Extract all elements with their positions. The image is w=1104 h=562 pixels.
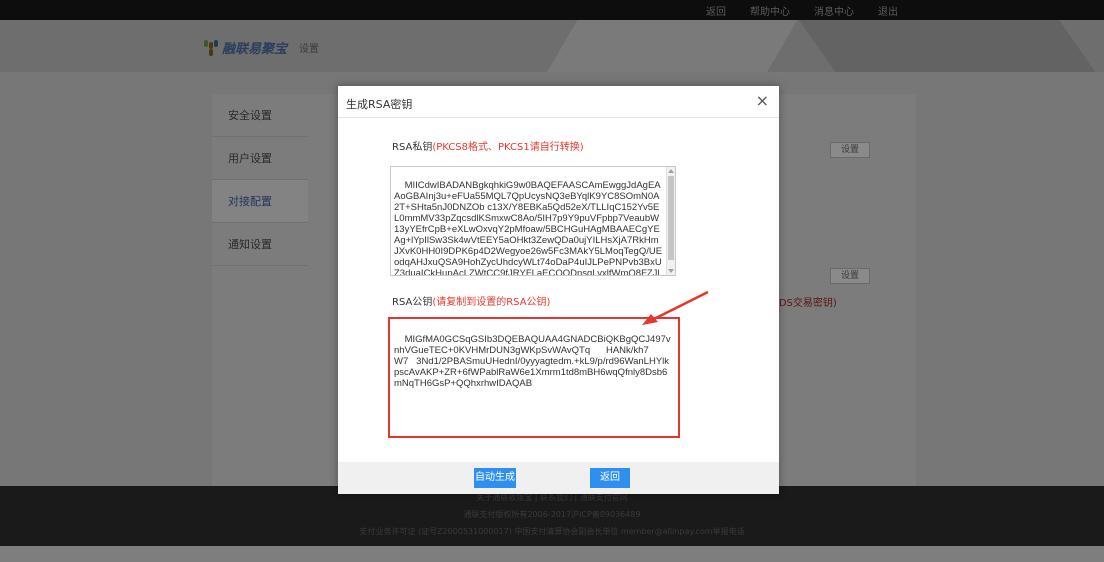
private-key-scrollbar[interactable] (666, 167, 675, 275)
private-key-label-text: RSA私钥 (392, 142, 433, 153)
public-key-textarea[interactable]: MIGfMA0GCSqGSIb3DQEBAQUAA4GNADCBiQKBgQCJ… (392, 321, 676, 434)
dialog-footer: 自动生成 返回 (338, 462, 779, 494)
topnav-messages-link[interactable]: 消息中心 (814, 3, 854, 18)
sidebar-item-security[interactable]: 安全设置 (212, 94, 308, 137)
private-key-hint: (PKCS8格式、PKCS1请自行转换) (432, 142, 584, 153)
brand-name: 融联易聚宝 (222, 42, 288, 57)
logo-icon (204, 39, 218, 56)
close-icon[interactable]: × (756, 91, 769, 110)
public-key-label-text: RSA公钥 (392, 297, 433, 308)
dialog-header: 生成RSA密钥 × (338, 86, 779, 118)
topnav-logout-link[interactable]: 退出 (878, 3, 898, 18)
private-key-textarea[interactable]: MIICdwIBADANBgkqhkiG9w0BAQEFAASCAmEwggJd… (390, 166, 676, 276)
scroll-down-icon[interactable] (668, 269, 674, 273)
private-key-label: RSA私钥(PKCS8格式、PKCS1请自行转换) (392, 138, 584, 153)
ids-key-hint: (IDS交易密钥) (772, 298, 837, 309)
scroll-thumb[interactable] (668, 176, 674, 260)
dialog-title: 生成RSA密钥 (346, 98, 413, 111)
footer-copyright: 通联支付版权所有2006-2017沪ICP备09036489 (463, 510, 641, 519)
page-footer: 关于通联收银宝 | 联系我们 | 通联支付官网 通联支付版权所有2006-201… (0, 486, 1104, 546)
scroll-up-icon[interactable] (668, 169, 674, 173)
page-header: 融联易聚宝 设置 (0, 20, 1104, 72)
header-subtitle: 设置 (299, 44, 320, 55)
footer-license: 支付业务许可证 (证号Z2000531000017) 中国支付清算协会副会长单位… (359, 527, 745, 536)
set-button-1[interactable]: 设置 (830, 142, 870, 158)
top-nav: 返回 帮助中心 消息中心 退出 (682, 3, 898, 18)
sidebar-item-integration[interactable]: 对接配置 (212, 180, 308, 223)
back-button[interactable]: 返回 (590, 468, 630, 488)
sidebar-item-users[interactable]: 用户设置 (212, 137, 308, 180)
public-key-value: MIGfMA0GCSqGSIb3DQEBAQUAA4GNADCBiQKBgQCJ… (394, 334, 671, 389)
public-key-hint: (请复制到设置的RSA公钥) (432, 297, 551, 308)
topnav-back-link[interactable]: 返回 (706, 3, 726, 18)
settings-sidebar: 安全设置 用户设置 对接配置 通知设置 (212, 94, 308, 266)
set-button-2[interactable]: 设置 (830, 268, 870, 284)
bottom-strip (0, 546, 1104, 562)
auto-generate-button[interactable]: 自动生成 (474, 468, 516, 488)
private-key-value: MIICdwIBADANBgkqhkiG9w0BAQEFAASCAmEwggJd… (394, 180, 663, 276)
top-bar: 返回 帮助中心 消息中心 退出 (0, 0, 1104, 20)
annotation-arrow-icon (642, 290, 709, 325)
sidebar-item-notifications[interactable]: 通知设置 (212, 223, 308, 266)
topnav-help-link[interactable]: 帮助中心 (750, 3, 790, 18)
public-key-label: RSA公钥(请复制到设置的RSA公钥) (392, 293, 550, 308)
logo[interactable]: 融联易聚宝 设置 (204, 38, 319, 57)
